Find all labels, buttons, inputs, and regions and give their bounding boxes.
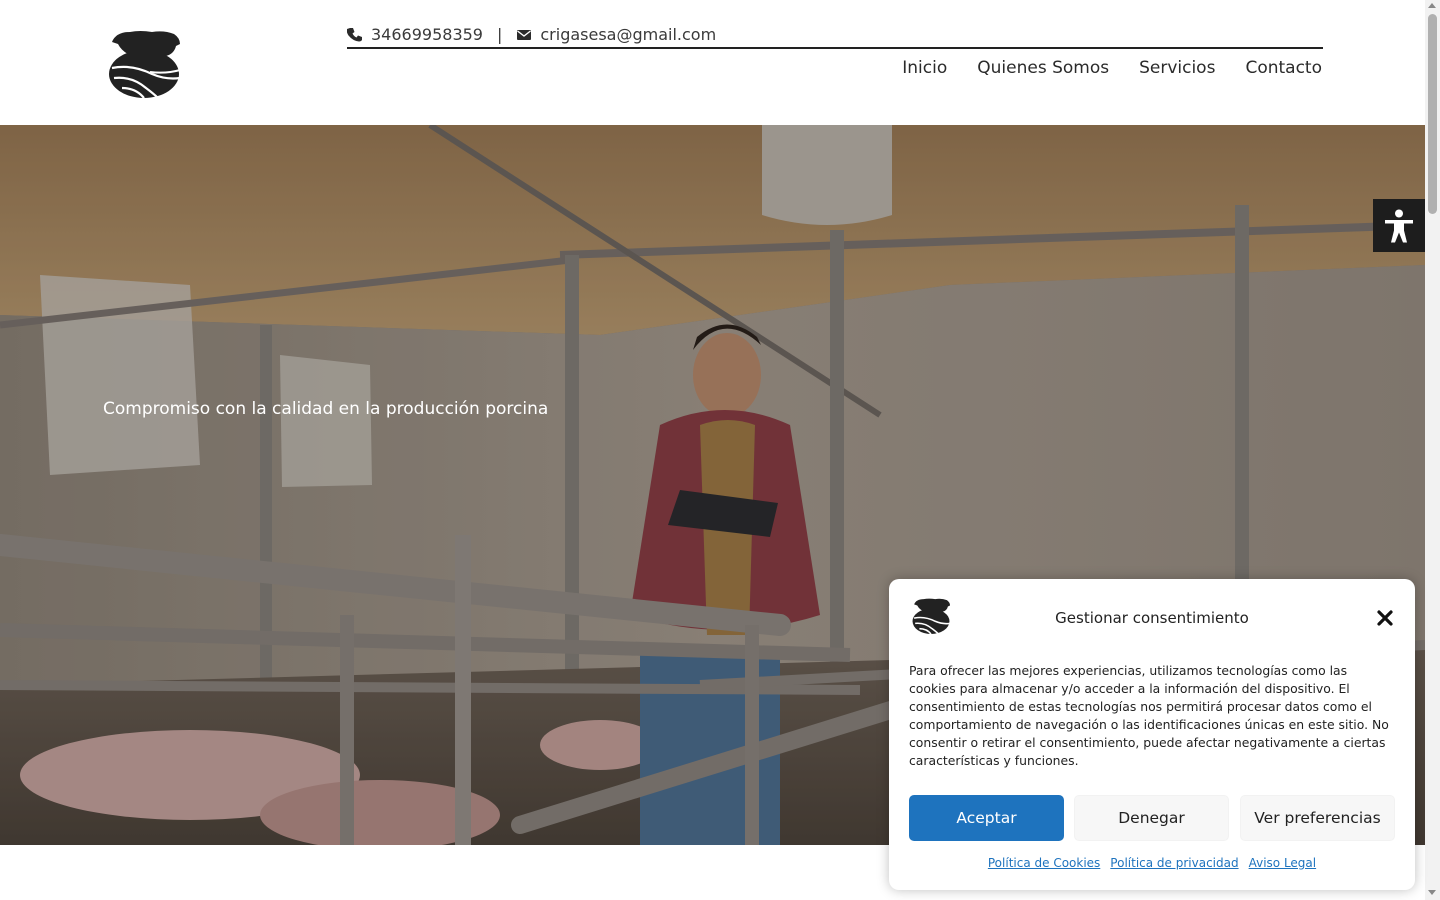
- nav-item-contacto[interactable]: Contacto: [1245, 58, 1322, 78]
- main-nav: Inicio Quienes Somos Servicios Contacto: [902, 58, 1322, 78]
- accept-button[interactable]: Aceptar: [909, 795, 1064, 841]
- deny-button[interactable]: Denegar: [1074, 795, 1229, 841]
- phone-icon: [347, 27, 362, 41]
- scroll-thumb[interactable]: [1428, 14, 1437, 214]
- pig-logo[interactable]: [106, 28, 182, 100]
- nav-item-inicio[interactable]: Inicio: [902, 58, 947, 78]
- cookie-policy-link[interactable]: Política de Cookies: [988, 856, 1100, 870]
- legal-notice-link[interactable]: Aviso Legal: [1249, 856, 1317, 870]
- scroll-down-arrow[interactable]: [1428, 890, 1436, 895]
- close-icon[interactable]: [1376, 609, 1394, 627]
- consent-message: Para ofrecer las mejores experiencias, u…: [909, 663, 1389, 768]
- accessibility-icon: [1385, 209, 1413, 242]
- consent-links: Política de Cookies Política de privacid…: [889, 856, 1415, 870]
- phone-number[interactable]: 34669958359: [371, 25, 483, 44]
- email-address[interactable]: crigasesa@gmail.com: [540, 25, 716, 44]
- privacy-policy-link[interactable]: Política de privacidad: [1110, 856, 1238, 870]
- page-scrollbar[interactable]: [1425, 0, 1440, 900]
- contact-bar: 34669958359 | crigasesa@gmail.com: [347, 22, 1323, 49]
- accessibility-button[interactable]: [1373, 199, 1425, 252]
- scroll-up-arrow[interactable]: [1428, 3, 1436, 8]
- contact-separator: |: [496, 25, 503, 44]
- envelope-icon: [517, 29, 532, 40]
- consent-title: Gestionar consentimiento: [1055, 609, 1249, 627]
- nav-item-quienes-somos[interactable]: Quienes Somos: [977, 58, 1109, 78]
- site-header: 34669958359 | crigasesa@gmail.com Inicio…: [0, 0, 1425, 125]
- cookie-consent-dialog: Gestionar consentimiento Para ofrecer la…: [889, 579, 1415, 890]
- hero-tagline: Compromiso con la calidad en la producci…: [103, 399, 549, 419]
- nav-item-servicios[interactable]: Servicios: [1139, 58, 1215, 78]
- preferences-button[interactable]: Ver preferencias: [1240, 795, 1395, 841]
